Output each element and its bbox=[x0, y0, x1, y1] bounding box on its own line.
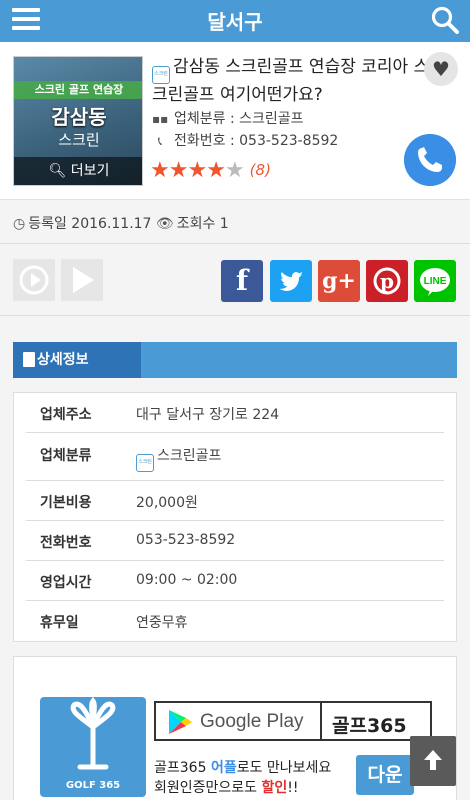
listing-title: 스크린 감삼동 스크린골프 연습장 코리아 스크린골프 여기어떤가요? bbox=[152, 56, 442, 106]
search-icon[interactable] bbox=[430, 5, 460, 35]
detail-tab-label: 상세정보 bbox=[37, 352, 89, 368]
star-filled-icon: ★ bbox=[150, 158, 170, 183]
share-row: f g+ p LINE bbox=[0, 244, 470, 316]
more-photos-label: 더보기 bbox=[70, 163, 110, 179]
rating-stars: ★★★★★ (8) bbox=[150, 158, 271, 183]
sitemap-icon: ▪▪ bbox=[152, 112, 169, 126]
phone-label: 전화번호 : 053-523-8592 bbox=[174, 133, 339, 149]
golf-clubs-icon bbox=[70, 696, 116, 770]
call-button[interactable] bbox=[404, 134, 456, 186]
row-value: 09:00 ~ 02:00 bbox=[136, 572, 238, 588]
google-play-icon bbox=[169, 710, 192, 734]
google-plus-share-button[interactable]: g+ bbox=[318, 260, 360, 302]
eye-icon: 👁︎ bbox=[155, 216, 174, 232]
google-play-label: Google Play bbox=[200, 711, 304, 732]
phone-small-icon: 📞︎ bbox=[157, 134, 163, 148]
thumbnail-sub: 스크린 bbox=[58, 131, 100, 149]
screen-golf-badge-icon: 스크린 bbox=[136, 454, 154, 472]
category-label: 업체분류 : 스크린골프 bbox=[174, 111, 304, 127]
pinterest-share-button[interactable]: p bbox=[366, 260, 408, 302]
screen-golf-badge-icon: 스크린 bbox=[152, 66, 170, 84]
google-play-badge[interactable]: Google Play 골프365 bbox=[154, 701, 432, 741]
listing-title-text: 감삼동 스크린골프 연습장 코리아 스크린골프 여기어떤가요? bbox=[152, 57, 430, 105]
table-row: 전화번호 053-523-8592 bbox=[26, 521, 444, 561]
thumbnail-banner-text: 스크린 골프 연습장 bbox=[14, 81, 142, 99]
thumbnail-name: 감삼동 bbox=[51, 105, 107, 129]
row-value: 대구 달서구 장기로 224 bbox=[136, 407, 280, 423]
table-row: 기본비용 20,000원 bbox=[26, 481, 444, 521]
play-icon[interactable] bbox=[61, 259, 103, 301]
line-share-button[interactable]: LINE bbox=[414, 260, 456, 302]
row-key: 기본비용 bbox=[40, 495, 92, 511]
category-info: ▪▪ 업체분류 : 스크린골프 bbox=[152, 108, 304, 128]
review-count: (8) bbox=[249, 161, 271, 179]
row-key: 영업시간 bbox=[40, 575, 92, 591]
scroll-to-top-button[interactable] bbox=[410, 736, 456, 786]
tab-detail-info[interactable]: 상세정보 bbox=[13, 342, 141, 378]
row-key: 업체분류 bbox=[40, 448, 92, 464]
row-value: 20,000원 bbox=[136, 495, 198, 511]
row-key: 휴무일 bbox=[40, 615, 79, 631]
facebook-share-button[interactable]: f bbox=[221, 260, 263, 302]
svg-text:LINE: LINE bbox=[424, 276, 447, 287]
listing-header: 스크린 골프 연습장 감삼동 스크린 🔍︎ 더보기 스크린 감삼동 스크린골프 연… bbox=[0, 42, 470, 200]
favorite-heart-icon[interactable]: ♥ bbox=[424, 52, 458, 86]
app-name: 골프365 bbox=[332, 715, 407, 737]
row-value: 스크린 스크린골프 bbox=[136, 445, 221, 472]
golf365-logo: GOLF 365 bbox=[40, 696, 146, 797]
top-bar: 달서구 bbox=[0, 0, 470, 42]
row-value: 053-523-8592 bbox=[136, 532, 236, 548]
document-icon bbox=[23, 352, 35, 367]
download-button[interactable]: 다운 bbox=[356, 755, 414, 795]
app-promo-banner[interactable]: GOLF 365 Google Play 골프365 골프365 어플로도 만나… bbox=[13, 656, 457, 800]
promo-line-2: 회원인증만으로도 할인!! bbox=[154, 780, 299, 796]
zoom-icon: 🔍︎ bbox=[48, 163, 67, 179]
view-count: 조회수 1 bbox=[176, 216, 229, 232]
phone-info: 📞︎ 전화번호 : 053-523-8592 bbox=[152, 130, 338, 150]
star-filled-icon: ★ bbox=[206, 158, 226, 183]
table-row: 영업시간 09:00 ~ 02:00 bbox=[26, 561, 444, 601]
table-row: 휴무일 연중무휴 bbox=[26, 601, 444, 641]
detail-table: 업체주소 대구 달서구 장기로 224 업체분류 스크린 스크린골프 기본비용 2… bbox=[13, 392, 457, 642]
golf365-logo-text: GOLF 365 bbox=[65, 780, 121, 791]
meta-row: ◷ 등록일 2016.11.17 👁︎ 조회수 1 bbox=[0, 200, 470, 244]
table-row: 업체주소 대구 달서구 장기로 224 bbox=[26, 393, 444, 433]
more-photos-button[interactable]: 🔍︎ 더보기 bbox=[14, 157, 142, 185]
star-filled-icon: ★ bbox=[168, 158, 189, 183]
svg-text:p: p bbox=[380, 269, 394, 293]
twitter-share-button[interactable] bbox=[270, 260, 312, 302]
clock-icon: ◷ bbox=[13, 216, 26, 232]
listing-thumbnail[interactable]: 스크린 골프 연습장 감삼동 스크린 🔍︎ 더보기 bbox=[13, 56, 143, 186]
row-value: 연중무휴 bbox=[136, 615, 188, 631]
replay-icon[interactable] bbox=[13, 259, 55, 301]
row-key: 전화번호 bbox=[40, 535, 92, 551]
page-title: 달서구 bbox=[207, 10, 263, 34]
row-key: 업체주소 bbox=[40, 407, 92, 423]
star-empty-icon: ★ bbox=[224, 158, 245, 183]
promo-line-1: 골프365 어플로도 만나보세요 bbox=[154, 760, 332, 776]
table-row: 업체분류 스크린 스크린골프 bbox=[26, 433, 444, 481]
star-filled-icon: ★ bbox=[187, 158, 207, 183]
detail-section-header: 상세정보 bbox=[13, 342, 457, 378]
registered-date: 등록일 2016.11.17 bbox=[28, 216, 152, 232]
